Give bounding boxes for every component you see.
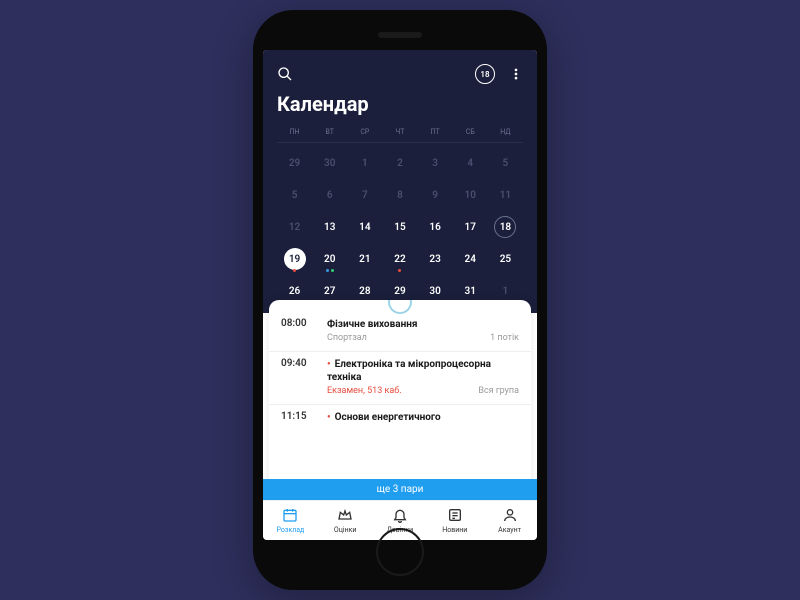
event-time: 11:15 bbox=[281, 411, 317, 424]
calendar-day[interactable]: 20 bbox=[312, 245, 347, 273]
schedule-sheet: 08:00 Фізичне виховання Спортзал 1 потік 09:… bbox=[269, 300, 531, 500]
event-group: 1 потік bbox=[490, 333, 519, 343]
tabbar: Розклад Оцінки Дзвінки Новини Акаунт bbox=[263, 500, 537, 540]
calendar-header: 18 Календар ПНВТСРЧТПТСБНД 2930123455678… bbox=[263, 50, 537, 313]
calendar-day[interactable]: 9 bbox=[418, 181, 453, 209]
weekday-label: СБ bbox=[453, 126, 488, 138]
tab-news[interactable]: Новини bbox=[427, 501, 482, 540]
calendar-day[interactable]: 15 bbox=[382, 213, 417, 241]
event-time: 09:40 bbox=[281, 358, 317, 396]
event-dot-icon bbox=[326, 269, 329, 272]
tab-label: Дзвінки bbox=[387, 526, 413, 534]
page-title: Календар bbox=[277, 92, 523, 116]
weekday-label: НД bbox=[488, 126, 523, 138]
calendar-day[interactable]: 3 bbox=[418, 149, 453, 177]
calendar-grid: 2930123455678910111213141516171819202122… bbox=[277, 149, 523, 305]
calendar-day[interactable]: 19 bbox=[277, 245, 312, 273]
calendar-day[interactable]: 25 bbox=[488, 245, 523, 273]
more-classes-banner[interactable]: ще 3 пари bbox=[263, 479, 537, 500]
calendar-day[interactable]: 5 bbox=[488, 149, 523, 177]
calendar-day[interactable]: 16 bbox=[418, 213, 453, 241]
calendar-day[interactable]: 12 bbox=[277, 213, 312, 241]
tab-bell[interactable]: Дзвінки bbox=[373, 501, 428, 540]
event-group: Вся група bbox=[478, 386, 519, 396]
divider bbox=[277, 142, 523, 143]
calendar-day[interactable]: 2 bbox=[382, 149, 417, 177]
tab-label: Акаунт bbox=[498, 526, 521, 534]
calendar-day[interactable]: 10 bbox=[453, 181, 488, 209]
event-title: Фізичне виховання bbox=[327, 318, 519, 331]
calendar-day[interactable]: 13 bbox=[312, 213, 347, 241]
tab-crown[interactable]: Оцінки bbox=[318, 501, 373, 540]
event-time: 08:00 bbox=[281, 318, 317, 343]
calendar-day[interactable]: 18 bbox=[488, 213, 523, 241]
event-title: Основи енергетичного bbox=[327, 411, 519, 424]
weekday-label: ВТ bbox=[312, 126, 347, 138]
weekday-label: ПН bbox=[277, 126, 312, 138]
tab-label: Розклад bbox=[277, 526, 305, 534]
calendar-day[interactable]: 1 bbox=[347, 149, 382, 177]
weekday-label: ПТ bbox=[418, 126, 453, 138]
weekday-label: ЧТ bbox=[382, 126, 417, 138]
kebab-menu-icon[interactable] bbox=[509, 67, 523, 81]
account-icon bbox=[502, 507, 518, 525]
search-icon[interactable] bbox=[277, 66, 293, 82]
event-row[interactable]: 11:15 Основи енергетичного bbox=[269, 405, 531, 432]
calendar-day[interactable]: 8 bbox=[382, 181, 417, 209]
calendar-day[interactable]: 30 bbox=[312, 149, 347, 177]
event-dot-icon bbox=[398, 269, 401, 272]
calendar-icon bbox=[282, 507, 298, 525]
event-list: 08:00 Фізичне виховання Спортзал 1 потік 09:… bbox=[269, 300, 531, 432]
screen: 18 Календар ПНВТСРЧТПТСБНД 2930123455678… bbox=[263, 50, 537, 540]
weekday-label: СР bbox=[347, 126, 382, 138]
calendar-day[interactable]: 21 bbox=[347, 245, 382, 273]
calendar-day[interactable]: 5 bbox=[277, 181, 312, 209]
phone-frame: 18 Календар ПНВТСРЧТПТСБНД 2930123455678… bbox=[253, 10, 547, 590]
calendar-day[interactable]: 7 bbox=[347, 181, 382, 209]
event-location: Екзамен, 513 каб. bbox=[327, 386, 402, 396]
event-title: Електроніка та мікропроцесорна техніка bbox=[327, 358, 519, 384]
calendar-day[interactable]: 14 bbox=[347, 213, 382, 241]
event-location: Спортзал bbox=[327, 333, 367, 343]
calendar-day[interactable]: 22 bbox=[382, 245, 417, 273]
event-dot-icon bbox=[293, 269, 296, 272]
event-row[interactable]: 08:00 Фізичне виховання Спортзал 1 потік bbox=[269, 312, 531, 352]
event-dot-icon bbox=[331, 269, 334, 272]
calendar-day[interactable]: 17 bbox=[453, 213, 488, 241]
news-icon bbox=[447, 507, 463, 525]
topbar: 18 bbox=[277, 64, 523, 84]
weekday-row: ПНВТСРЧТПТСБНД bbox=[277, 126, 523, 138]
tab-account[interactable]: Акаунт bbox=[482, 501, 537, 540]
calendar-day[interactable]: 24 bbox=[453, 245, 488, 273]
calendar-day[interactable]: 29 bbox=[277, 149, 312, 177]
tab-label: Новини bbox=[442, 526, 467, 534]
bell-icon bbox=[392, 507, 408, 525]
notification-badge[interactable]: 18 bbox=[475, 64, 495, 84]
calendar-day[interactable]: 6 bbox=[312, 181, 347, 209]
tab-label: Оцінки bbox=[334, 526, 357, 534]
event-row[interactable]: 09:40 Електроніка та мікропроцесорна техн… bbox=[269, 352, 531, 405]
calendar-day[interactable]: 11 bbox=[488, 181, 523, 209]
tab-calendar[interactable]: Розклад bbox=[263, 501, 318, 540]
calendar-day[interactable]: 4 bbox=[453, 149, 488, 177]
crown-icon bbox=[337, 507, 353, 525]
calendar-day[interactable]: 23 bbox=[418, 245, 453, 273]
